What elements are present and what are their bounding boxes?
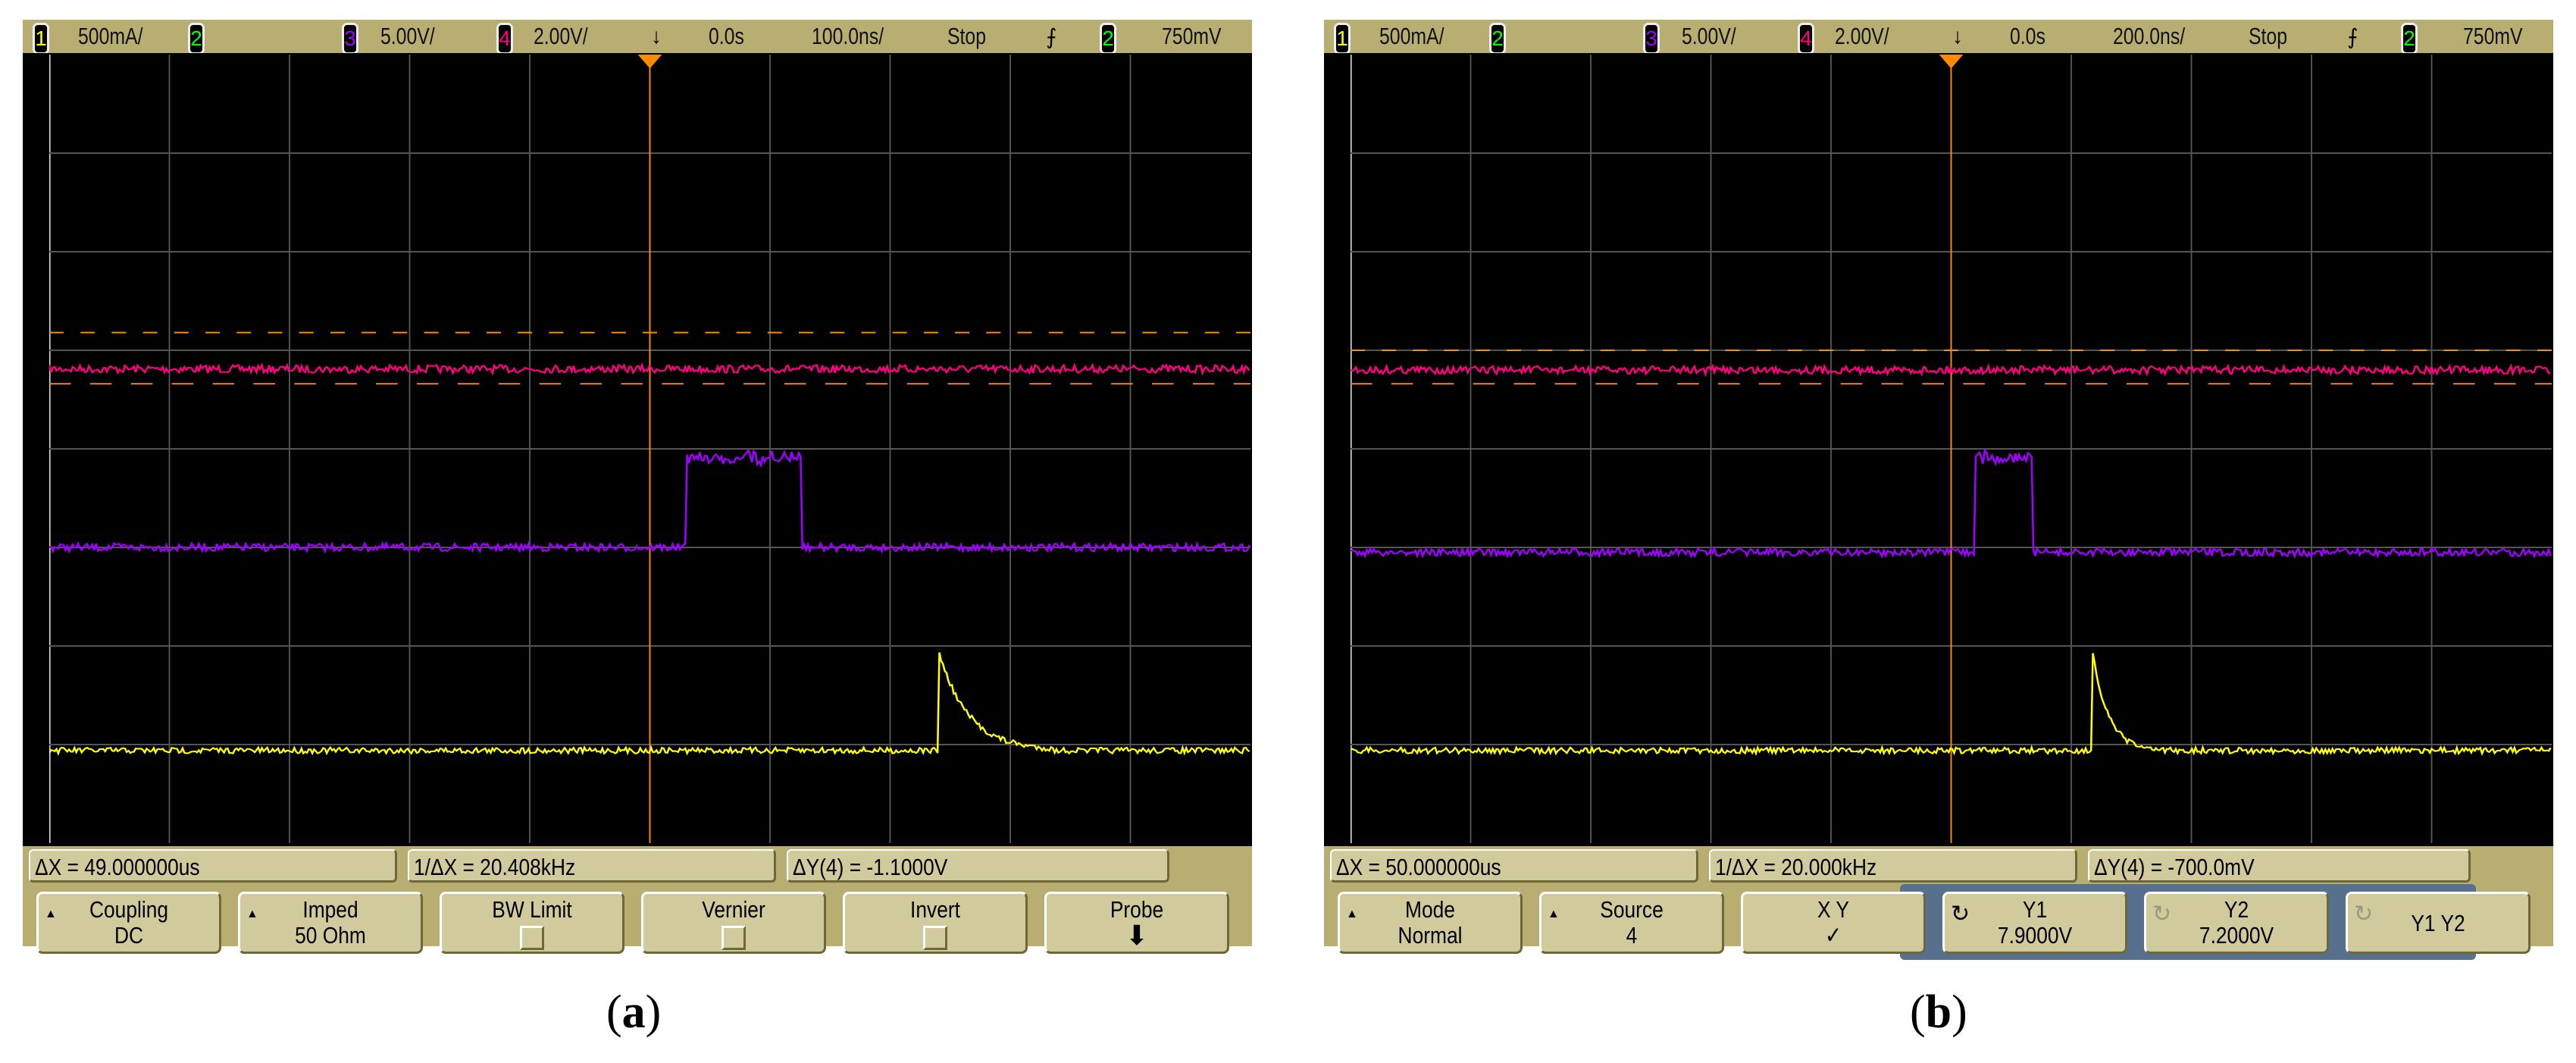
channel-4-button[interactable]: 4 — [1798, 23, 1814, 55]
channel-4-scale: 2.00V/ — [534, 23, 588, 49]
measurement-text: 1/ΔX = 20.000kHz — [1715, 854, 1877, 880]
trigger-position-icon: ↓ — [1952, 24, 1963, 48]
rising-edge-icon: ⨍ — [1046, 25, 1057, 49]
channel-4-button[interactable]: 4 — [496, 23, 513, 55]
checkbox-icon[interactable] — [923, 926, 947, 950]
softkey-vernier[interactable]: Vernier — [641, 892, 826, 954]
delay-readout: 0.0s — [709, 23, 744, 49]
channel-3-scale: 5.00V/ — [1682, 23, 1736, 49]
softkey-label: Coupling — [89, 896, 169, 923]
scope-panel-a: 1 500mA/2 3 5.00V/4 2.00V/0.0s 100.0ns/Stop 2 7… — [23, 20, 1252, 954]
trigger-level: 750mV — [2463, 23, 2523, 49]
run-state: Stop — [947, 23, 987, 49]
softkey-x-y[interactable]: X Y ✓ — [1741, 892, 1926, 954]
softkey-label: Probe — [1110, 896, 1164, 923]
measurement-text: ΔY(4) = -1.1000V — [793, 854, 948, 880]
softkey-bw-limit[interactable]: BW Limit — [440, 892, 624, 954]
softkey-y1[interactable]: ↻ Y1 7.9000V — [1942, 892, 2127, 954]
measurement-readout: ΔX = 49.000000us — [29, 849, 397, 883]
measurement-text: 1/ΔX = 20.408kHz — [414, 854, 576, 880]
waveform-graticule — [1351, 55, 2552, 843]
trigger-position-icon: ↓ — [651, 24, 662, 48]
timebase-readout: 100.0ns/ — [812, 23, 884, 49]
measurement-readout: ΔX = 50.000000us — [1330, 849, 1698, 883]
softkey-label: Y1 Y2 — [2411, 910, 2465, 936]
softkey-value: 50 Ohm — [295, 922, 366, 949]
measurement-text: ΔX = 49.000000us — [35, 854, 200, 880]
status-bar: 1 500mA/2 3 5.00V/4 2.00V/0.0s 100.0ns/Stop 2 7… — [23, 20, 1252, 55]
softkey-y2[interactable]: ↻ Y2 7.2000V — [2144, 892, 2329, 954]
waveform-graticule — [49, 55, 1250, 843]
channel-3-button[interactable]: 3 — [1643, 23, 1660, 55]
channel-3-button[interactable]: 3 — [342, 23, 358, 55]
softkey-probe[interactable]: Probe ⬇ — [1044, 892, 1229, 954]
softkey-label: Y1 — [2022, 896, 2048, 923]
delay-readout: 0.0s — [2010, 23, 2045, 49]
softkey-label: Vernier — [702, 896, 765, 923]
softkey-label: Imped — [302, 896, 358, 923]
measurement-readout: 1/ΔX = 20.408kHz — [408, 849, 776, 883]
channel-1-scale: 500mA/ — [78, 23, 143, 49]
measurement-readout: ΔY(4) = -1.1000V — [787, 849, 1169, 883]
channel-4-scale: 2.00V/ — [1835, 23, 1889, 49]
measurement-readout: ΔY(4) = -700.0mV — [2088, 849, 2471, 883]
channel-2-button[interactable]: 2 — [188, 23, 205, 55]
softkey-y1-y2[interactable]: ↻ Y1 Y2 — [2346, 892, 2531, 954]
channel-3-scale: 5.00V/ — [380, 23, 435, 49]
channel-1-button[interactable]: 1 — [33, 23, 49, 55]
channel-2-button[interactable]: 2 — [1489, 23, 1506, 55]
softkey-label: Source — [1600, 896, 1664, 923]
softkey-value: 4 — [1626, 922, 1638, 949]
measurement-readout: 1/ΔX = 20.000kHz — [1709, 849, 2077, 883]
softkey-label: Mode — [1405, 896, 1455, 923]
softkey-value: 7.9000V — [1997, 922, 2073, 949]
rising-edge-icon: ⨍ — [2347, 25, 2358, 49]
down-arrow-icon: ⬇ — [1125, 920, 1149, 951]
trigger-level: 750mV — [1162, 23, 1222, 49]
scope-panel-b: 1 500mA/2 3 5.00V/4 2.00V/0.0s 200.0ns/Stop 2 7… — [1324, 20, 2553, 960]
softkey-value: ✓ — [1824, 922, 1842, 949]
measurement-text: ΔY(4) = -700.0mV — [2094, 854, 2255, 880]
softkey-value: Normal — [1398, 922, 1463, 949]
trigger-source[interactable]: 2 — [2401, 23, 2418, 55]
softkey-imped[interactable]: ▲ Imped 50 Ohm — [238, 892, 423, 954]
timebase-readout: 200.0ns/ — [2113, 23, 2186, 49]
waveform-display[interactable] — [1324, 53, 2553, 846]
softkey-invert[interactable]: Invert — [843, 892, 1028, 954]
channel-1-scale: 500mA/ — [1379, 23, 1445, 49]
channel-1-button[interactable]: 1 — [1334, 23, 1351, 55]
caption-a: (a) — [606, 986, 662, 1038]
checkbox-icon[interactable] — [721, 926, 746, 950]
checkbox-icon[interactable] — [520, 926, 544, 950]
softkey-value: 7.2000V — [2199, 922, 2274, 949]
caption-b: (b) — [1910, 986, 1967, 1038]
softkey-coupling[interactable]: ▲ Coupling DC — [36, 892, 221, 954]
measurement-text: ΔX = 50.000000us — [1336, 854, 1501, 880]
run-state: Stop — [2249, 23, 2288, 49]
trigger-marker-icon — [1939, 55, 1964, 69]
trigger-marker-icon — [637, 55, 662, 69]
softkey-label: X Y — [1817, 896, 1849, 923]
softkey-label: BW Limit — [492, 896, 572, 923]
softkey-label: Invert — [910, 896, 960, 923]
softkey-label: Y2 — [2224, 896, 2249, 923]
trigger-source[interactable]: 2 — [1100, 23, 1116, 55]
softkey-value: DC — [114, 922, 144, 949]
softkey-mode[interactable]: ▲ Mode Normal — [1338, 892, 1523, 954]
softkey-source[interactable]: ▲ Source 4 — [1539, 892, 1724, 954]
status-bar: 1 500mA/2 3 5.00V/4 2.00V/0.0s 200.0ns/Stop 2 7… — [1324, 20, 2553, 55]
waveform-display[interactable] — [23, 53, 1252, 846]
